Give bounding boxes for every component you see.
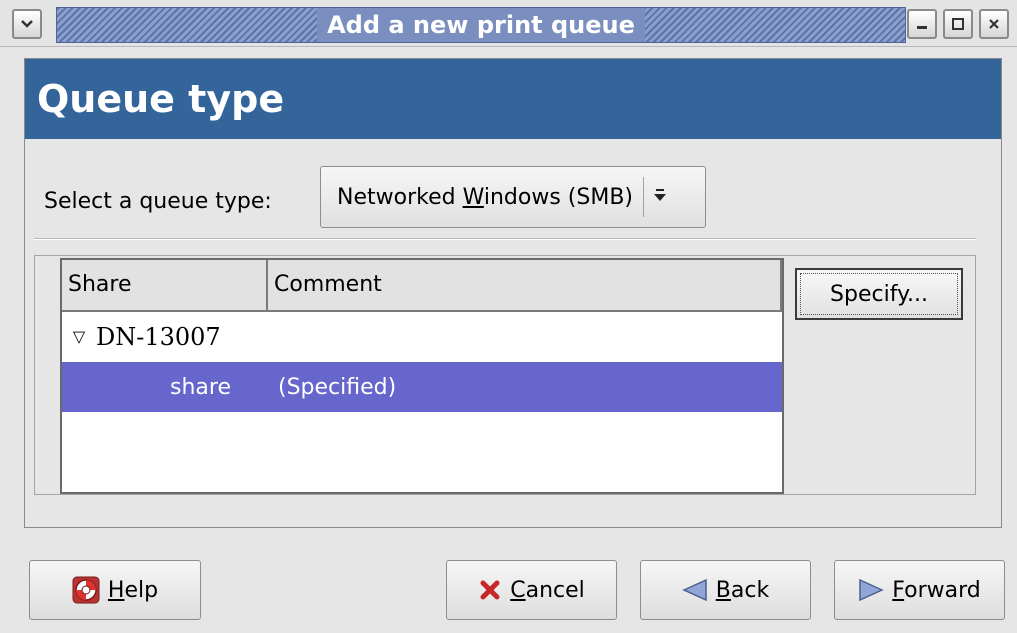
- forward-arrow-icon: [859, 578, 885, 602]
- title-bar: Add a new print queue: [0, 0, 1017, 47]
- specify-button[interactable]: Specify...: [795, 268, 963, 320]
- title-stripe: Add a new print queue: [56, 7, 906, 43]
- close-icon: [989, 19, 999, 29]
- host-row[interactable]: ▽ DN-13007: [62, 312, 782, 362]
- page-banner: Queue type: [25, 59, 1001, 139]
- expander-triangle-icon[interactable]: ▽: [62, 329, 96, 345]
- column-header-share[interactable]: Share: [62, 260, 268, 312]
- queue-type-combobox[interactable]: Networked Windows (SMB): [320, 166, 706, 228]
- share-row-selected[interactable]: share (Specified): [62, 362, 782, 412]
- queue-type-selected-value: Networked Windows (SMB): [337, 184, 633, 210]
- forward-label: Forward: [892, 577, 981, 603]
- forward-button[interactable]: Forward: [834, 560, 1005, 620]
- back-label: Back: [715, 577, 770, 603]
- maximize-icon: [952, 18, 964, 30]
- share-list[interactable]: Share Comment ▽ DN-13007 share (Specifie…: [60, 258, 784, 494]
- cancel-label: Cancel: [510, 577, 585, 603]
- maximize-button[interactable]: [943, 9, 973, 39]
- window-title: Add a new print queue: [317, 8, 645, 42]
- back-arrow-icon: [681, 578, 707, 602]
- cancel-button[interactable]: Cancel: [446, 560, 617, 620]
- close-button[interactable]: [979, 9, 1009, 39]
- minimize-icon: [917, 26, 927, 29]
- host-name: DN-13007: [96, 323, 221, 351]
- share-name: share: [170, 374, 231, 400]
- help-button[interactable]: Help: [29, 560, 201, 620]
- queue-type-label: Select a queue type:: [44, 189, 272, 214]
- separator: [34, 238, 976, 240]
- chevron-down-icon: [21, 20, 33, 28]
- back-button[interactable]: Back: [640, 560, 811, 620]
- list-header: Share Comment: [62, 260, 782, 312]
- column-header-comment[interactable]: Comment: [268, 260, 782, 312]
- help-lifebuoy-icon: [72, 576, 100, 604]
- cancel-x-icon: [480, 580, 500, 600]
- dropdown-arrow-icon: [644, 187, 676, 207]
- share-comment: (Specified): [278, 374, 397, 400]
- minimize-button[interactable]: [907, 9, 937, 39]
- window-menu-button[interactable]: [12, 9, 42, 39]
- page-title: Queue type: [37, 77, 285, 121]
- help-label: Help: [107, 577, 159, 603]
